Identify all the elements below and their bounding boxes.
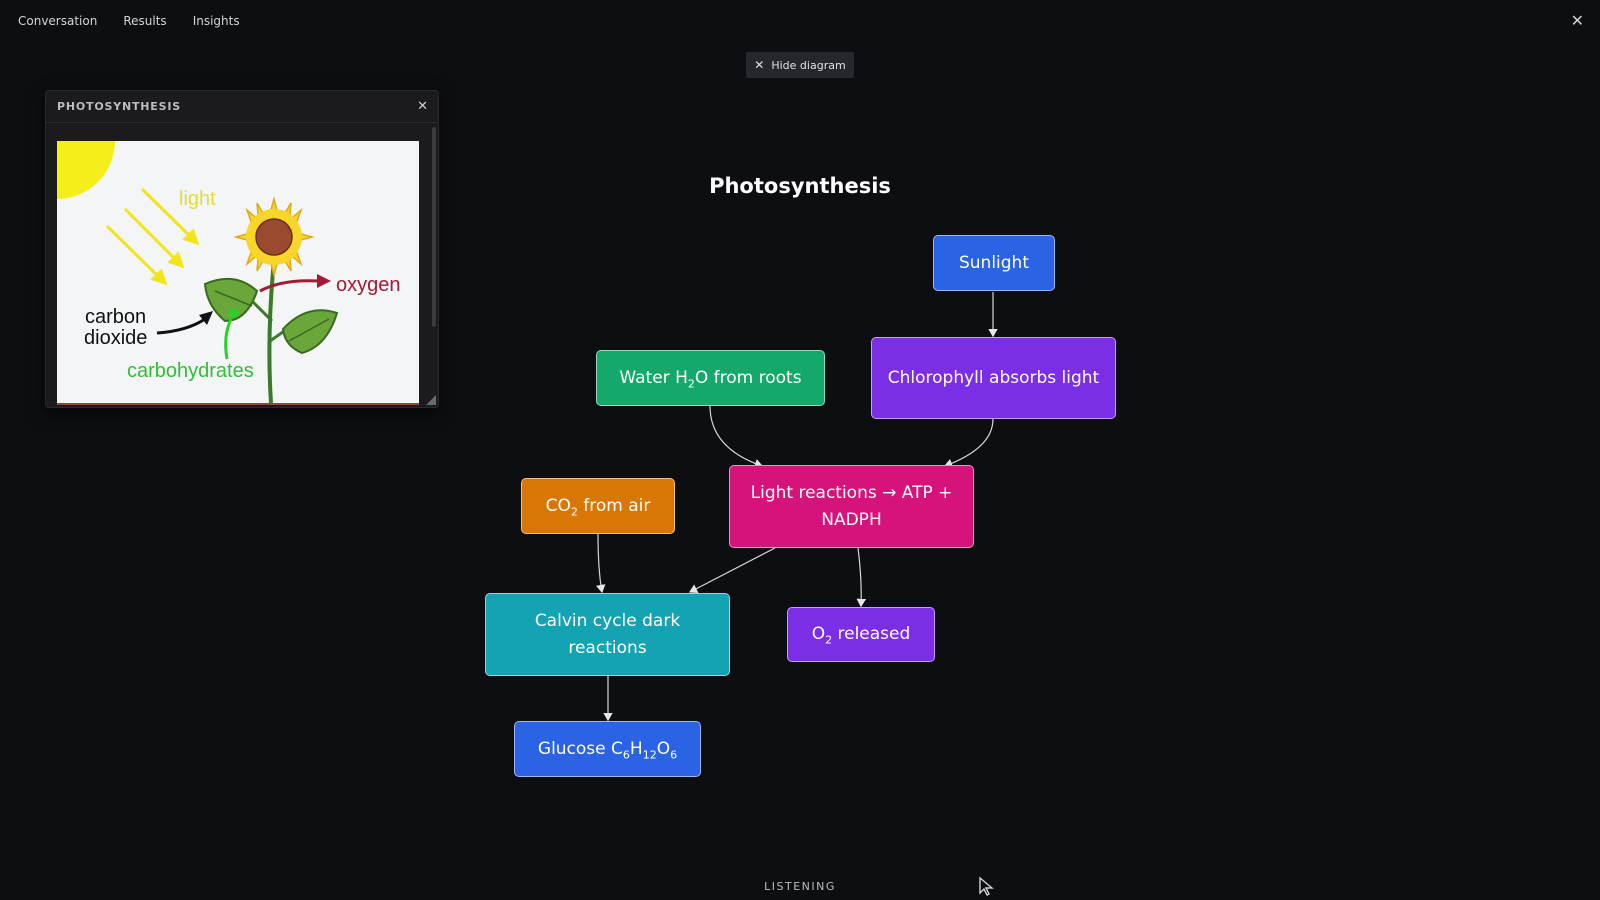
cursor-icon bbox=[979, 876, 994, 896]
node-co2[interactable]: CO2 from air bbox=[521, 478, 675, 534]
edge-co2-calvin bbox=[595, 533, 606, 594]
node-o2-label: O2 released bbox=[811, 624, 911, 647]
node-calvin-label: Calvin cycle dark reactions bbox=[534, 610, 681, 658]
node-water[interactable]: Water H2O from roots bbox=[596, 350, 825, 406]
node-chlorophyll[interactable]: Chlorophyll absorbs light bbox=[871, 337, 1116, 419]
edge-chlorophyll-light bbox=[943, 418, 994, 468]
node-light-reactions-label: Light reactions → ATP + NADPH bbox=[750, 482, 953, 530]
node-calvin[interactable]: Calvin cycle dark reactions bbox=[485, 593, 730, 676]
status-label: LISTENING bbox=[764, 880, 836, 893]
node-o2[interactable]: O2 released bbox=[787, 607, 935, 662]
node-chlorophyll-label: Chlorophyll absorbs light bbox=[887, 367, 1100, 388]
node-glucose-label: Glucose C6H12O6 bbox=[537, 738, 678, 761]
node-glucose[interactable]: Glucose C6H12O6 bbox=[514, 721, 701, 777]
node-light-reactions[interactable]: Light reactions → ATP + NADPH bbox=[729, 465, 974, 548]
node-co2-label: CO2 from air bbox=[545, 495, 651, 518]
node-water-label: Water H2O from roots bbox=[619, 367, 802, 390]
diagram-edges bbox=[595, 292, 998, 722]
edge-water-light bbox=[709, 405, 764, 469]
edge-light-calvin bbox=[688, 547, 776, 593]
edge-light-o2 bbox=[856, 547, 867, 608]
node-sunlight[interactable]: Sunlight bbox=[933, 235, 1055, 291]
node-sunlight-label: Sunlight bbox=[958, 252, 1030, 273]
